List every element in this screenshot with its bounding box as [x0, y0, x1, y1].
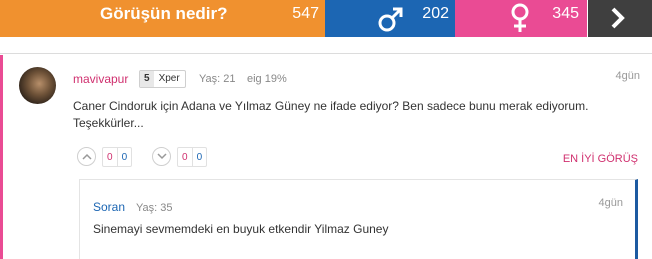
- thumb-down-icon: [157, 153, 167, 160]
- comment-text: Caner Cindoruk için Adana ve Yılmaz Güne…: [73, 99, 589, 130]
- xper-level: 5: [140, 71, 154, 87]
- poll-next-button[interactable]: [588, 0, 652, 37]
- male-icon: [377, 5, 405, 38]
- divider: [0, 53, 652, 54]
- poll-male-count: 202: [422, 5, 449, 22]
- gender-accent-line: [0, 55, 3, 259]
- downvote-count-female: 0: [182, 152, 188, 163]
- poll-total-count: 547: [292, 5, 319, 22]
- comment-age: Yaş: 21: [199, 73, 236, 85]
- comment-username[interactable]: mavivapur: [73, 72, 128, 86]
- reply-time: 4gün: [598, 197, 623, 209]
- reply-box: Soran Yaş: 35 4gün Sinemayi sevmemdeki e…: [79, 179, 638, 259]
- xper-label: Xper: [158, 73, 180, 84]
- poll-bar: Görüşün nedir? 547 202 345: [0, 0, 652, 37]
- upvote-count: 0 0: [102, 147, 133, 167]
- poll-male-segment[interactable]: 202: [325, 0, 455, 37]
- poll-female-segment[interactable]: 345: [455, 0, 587, 37]
- female-icon: [508, 2, 532, 39]
- comment-extra: eig 19%: [247, 73, 287, 85]
- thumb-up-icon: [82, 153, 92, 160]
- downvote-button[interactable]: [152, 147, 171, 166]
- best-opinion-link[interactable]: EN İYİ GÖRÜŞ: [563, 153, 638, 165]
- reply-text: Sinemayi sevmemdeki en buyuk etkendir Yi…: [93, 222, 389, 236]
- xper-badge: 5 Xper: [139, 70, 186, 88]
- downvote-count: 0 0: [177, 147, 208, 167]
- avatar[interactable]: [19, 67, 56, 104]
- poll-female-count: 345: [552, 5, 579, 22]
- upvote-button[interactable]: [77, 147, 96, 166]
- comment-time: 4gün: [615, 70, 640, 82]
- chevron-right-icon: [610, 6, 626, 35]
- comment-panel: mavivapur 5 Xper Yaş: 21 eig 19% 4gün Ca…: [0, 37, 652, 259]
- reply-age: Yaş: 35: [136, 202, 173, 214]
- reply-username[interactable]: Soran: [93, 200, 125, 214]
- poll-question: Görüşün nedir?: [100, 4, 228, 23]
- poll-total-segment[interactable]: Görüşün nedir? 547: [0, 0, 325, 37]
- upvote-count-female: 0: [107, 152, 113, 163]
- upvote-count-male: 0: [116, 148, 132, 166]
- downvote-count-male: 0: [191, 148, 207, 166]
